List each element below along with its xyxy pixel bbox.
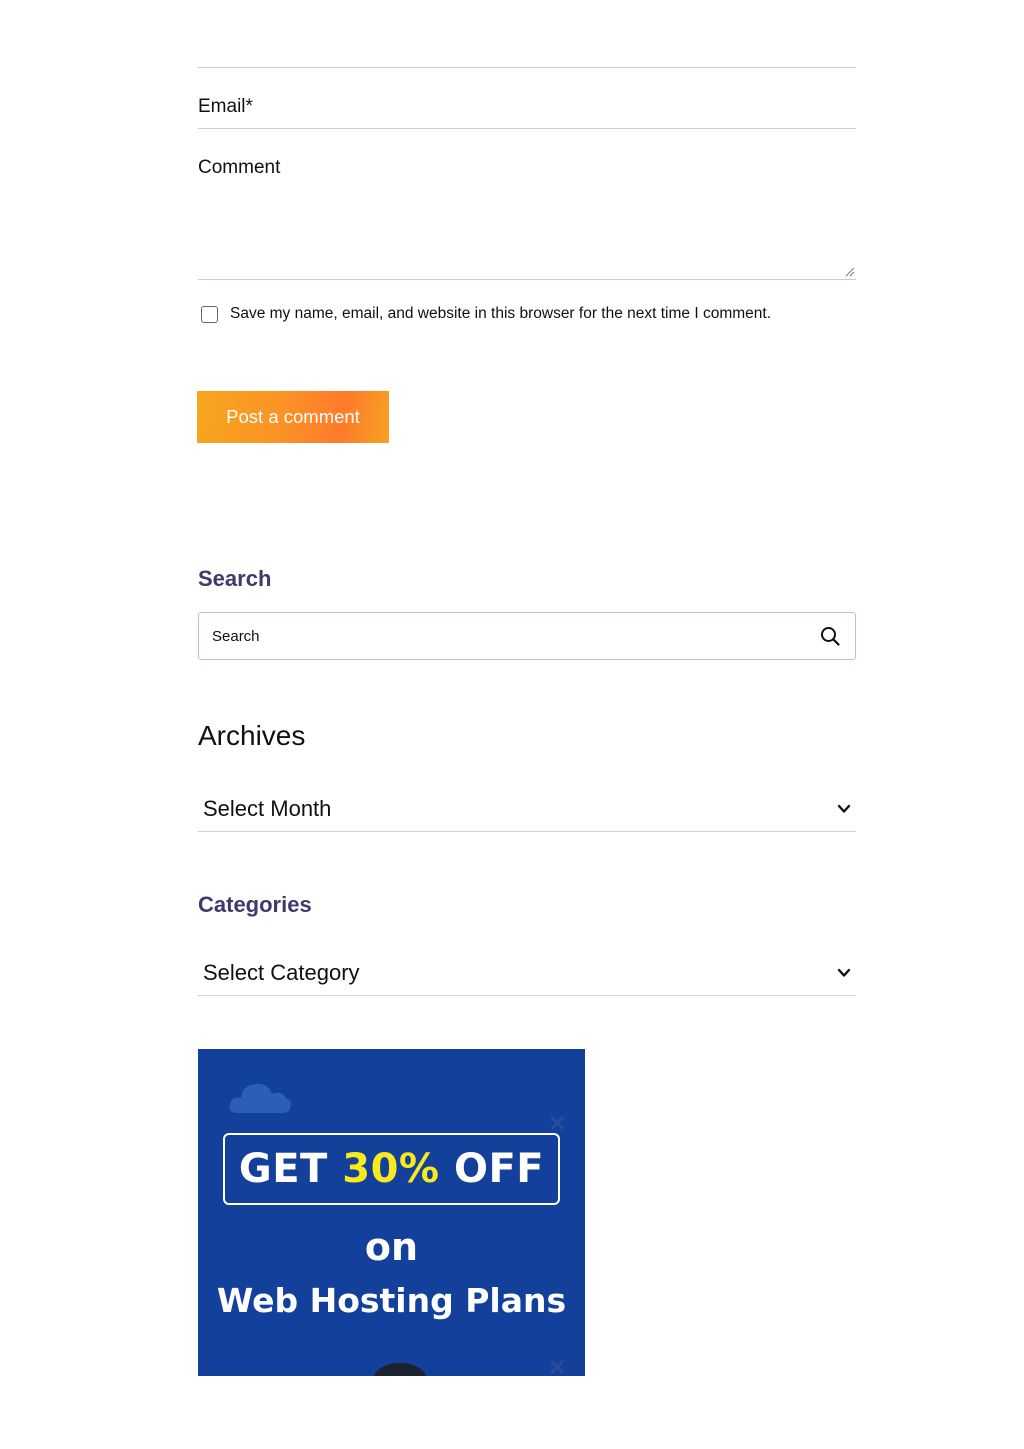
post-comment-button[interactable]: Post a comment (197, 391, 389, 443)
archives-select[interactable]: Select Month (198, 786, 856, 832)
offer-off: OFF (453, 1146, 545, 1192)
categories-select-value: Select Category (203, 959, 360, 985)
comment-textarea[interactable] (198, 150, 856, 280)
offer-percent: 30% (342, 1146, 440, 1192)
chevron-down-icon (837, 968, 851, 977)
person-image (374, 1363, 426, 1376)
resize-grip-icon[interactable] (845, 267, 855, 277)
search-box[interactable]: Search (198, 612, 856, 660)
archives-widget-title: Archives (198, 720, 306, 751)
offer-box: GET 30% OFF (223, 1133, 560, 1205)
search-icon[interactable] (819, 625, 841, 647)
offer-plans-text: Web Hosting Plans (216, 1281, 567, 1320)
website-field[interactable] (198, 66, 856, 68)
cloud-icon (229, 1083, 291, 1113)
sparkle-icon: ✕ (548, 1355, 567, 1376)
comment-label: Comment (198, 157, 281, 178)
offer-on-text: on (364, 1225, 419, 1269)
chevron-down-icon (837, 804, 851, 813)
save-info-label: Save my name, email, and website in this… (230, 305, 772, 322)
email-field[interactable] (198, 127, 856, 129)
save-info-row: Save my name, email, and website in this… (201, 305, 771, 323)
offer-get: GET (238, 1146, 328, 1192)
archives-select-value: Select Month (203, 795, 332, 821)
offer-text: GET 30% OFF (239, 1146, 544, 1192)
email-label: Email* (198, 96, 253, 117)
categories-select[interactable]: Select Category (198, 950, 856, 996)
search-input[interactable]: Search (212, 628, 855, 645)
web-hosting-ad-banner[interactable]: ✕ ✕ GET 30% OFF on Web Hosting Plans (198, 1049, 585, 1376)
search-widget-title: Search (198, 566, 272, 591)
save-info-checkbox[interactable] (201, 305, 218, 323)
categories-widget-title: Categories (198, 892, 312, 917)
